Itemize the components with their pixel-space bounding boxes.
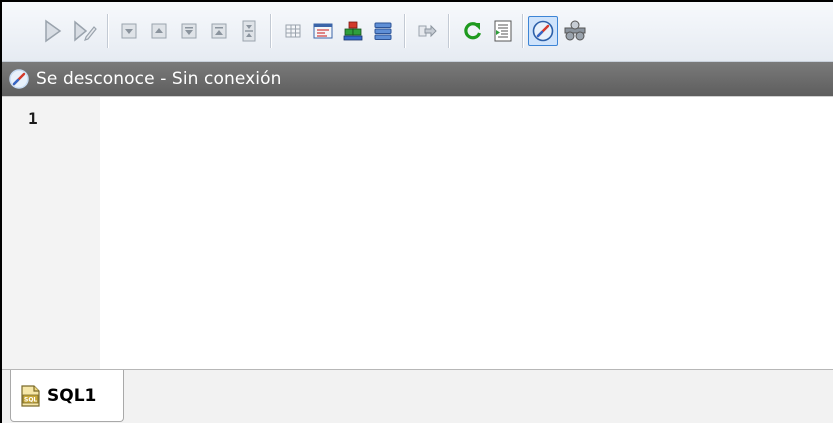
code-input-area[interactable]	[100, 97, 833, 370]
connection-button[interactable]	[528, 16, 558, 46]
tab-label: SQL1	[47, 385, 97, 406]
next-result-button[interactable]	[114, 16, 144, 46]
execute-button[interactable]	[38, 16, 68, 46]
tab-sql1[interactable]: SQL SQL1	[10, 370, 124, 422]
toolbar-separator	[107, 14, 109, 48]
toolbar-separator	[270, 14, 272, 48]
sql-file-icon: SQL	[18, 383, 44, 409]
document-tab-bar: SQL SQL1	[2, 369, 833, 423]
last-result-button[interactable]	[204, 16, 234, 46]
grid-view-icon	[285, 24, 301, 38]
last-result-icon	[211, 23, 227, 39]
line-number-gutter: 1	[2, 97, 100, 370]
execute-for-edit-icon	[74, 20, 97, 42]
script-button[interactable]	[488, 16, 518, 46]
grid-view-button[interactable]	[278, 16, 308, 46]
text-view-button[interactable]	[308, 16, 338, 46]
connection-status-text: Se desconoce - Sin conexión	[36, 69, 282, 89]
execute-for-edit-button[interactable]	[70, 16, 100, 46]
first-result-icon	[181, 23, 197, 39]
options-icon	[564, 20, 586, 41]
toolbar-separator	[522, 14, 524, 48]
options-button[interactable]	[560, 16, 590, 46]
first-result-button[interactable]	[174, 16, 204, 46]
sql-editor[interactable]: 1	[2, 96, 833, 370]
toolbar-separator	[404, 14, 406, 48]
sql-toolbar	[2, 2, 833, 62]
list-view-button[interactable]	[368, 16, 398, 46]
connection-status-bar: Se desconoce - Sin conexión	[2, 62, 833, 96]
previous-result-icon	[151, 23, 167, 39]
toolbar-separator	[448, 14, 450, 48]
stacked-view-icon	[343, 21, 363, 41]
stacked-view-button[interactable]	[338, 16, 368, 46]
svg-text:SQL: SQL	[24, 396, 37, 403]
previous-result-button[interactable]	[144, 16, 174, 46]
expand-results-button[interactable]	[234, 16, 264, 46]
execute-icon	[45, 19, 62, 43]
text-view-icon	[313, 23, 333, 39]
expand-results-icon	[242, 20, 256, 42]
next-result-icon	[121, 23, 137, 39]
line-number: 1	[28, 109, 38, 128]
export-button[interactable]	[412, 16, 442, 46]
connection-status-icon	[8, 68, 30, 90]
connection-icon	[532, 20, 554, 42]
sql-editor-window: Se desconoce - Sin conexión 1 SQL SQL1	[0, 0, 833, 423]
list-view-icon	[374, 22, 392, 40]
script-icon	[494, 20, 512, 42]
refresh-button[interactable]	[458, 16, 488, 46]
refresh-icon	[464, 22, 482, 40]
export-icon	[418, 24, 437, 38]
